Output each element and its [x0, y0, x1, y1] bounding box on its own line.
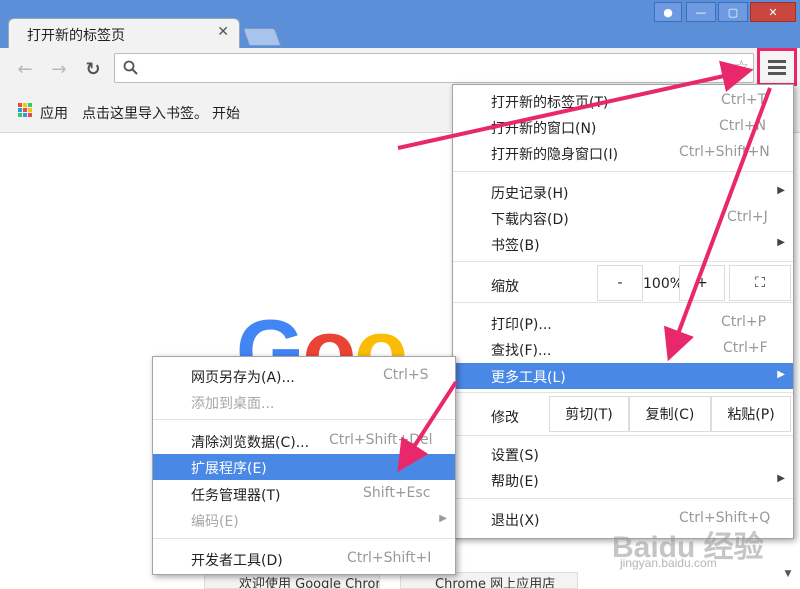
menu-item-settings[interactable]: 设置(S) — [453, 441, 793, 467]
separator — [453, 435, 793, 436]
scroll-down-arrow-icon[interactable]: ▼ — [780, 566, 796, 582]
user-icon[interactable]: ● — [654, 2, 682, 22]
separator — [453, 498, 793, 499]
menu-item-find[interactable]: 查找(F)... Ctrl+F — [453, 336, 793, 362]
menu-item-incognito[interactable]: 打开新的隐身窗口(I) Ctrl+Shift+N — [453, 140, 793, 166]
submenu-item-save-page[interactable]: 网页另存为(A)... Ctrl+S — [153, 363, 455, 389]
search-icon — [123, 60, 138, 75]
hamburger-menu-icon[interactable] — [757, 48, 797, 86]
submenu-item-encoding[interactable]: 编码(E) ▶ — [153, 507, 455, 533]
zoom-level: 100% — [643, 276, 684, 292]
submenu-item-extensions[interactable]: 扩展程序(E) — [153, 454, 455, 480]
submenu-item-add-to-desktop: 添加到桌面... — [191, 396, 275, 412]
separator — [453, 171, 793, 172]
back-arrow-icon[interactable]: ← — [14, 58, 36, 80]
separator — [453, 261, 793, 262]
forward-arrow-icon[interactable]: → — [48, 58, 70, 80]
reload-icon[interactable]: ↻ — [82, 58, 104, 80]
chevron-right-icon: ▶ — [777, 369, 785, 380]
menu-item-new-window[interactable]: 打开新的窗口(N) Ctrl+N — [453, 114, 793, 140]
separator — [453, 392, 793, 393]
fullscreen-icon[interactable]: ⛶ — [729, 265, 791, 301]
menu-item-more-tools[interactable]: 更多工具(L) ▶ — [453, 363, 793, 389]
separator — [453, 302, 793, 303]
submenu-item-task-manager[interactable]: 任务管理器(T) Shift+Esc — [153, 481, 455, 507]
paste-button[interactable]: 粘贴(P) — [711, 396, 791, 432]
close-window-button[interactable]: ✕ — [750, 2, 796, 22]
maximize-button[interactable]: ▢ — [718, 2, 748, 22]
bookmark-apps[interactable]: 应用 — [40, 103, 68, 123]
separator — [153, 538, 455, 539]
address-bar[interactable]: ☆ — [114, 53, 754, 83]
apps-grid-icon — [18, 103, 32, 117]
star-icon[interactable]: ☆ — [734, 57, 749, 77]
edit-label: 修改 — [491, 410, 519, 426]
submenu-item-developer-tools[interactable]: 开发者工具(D) Ctrl+Shift+I — [153, 546, 455, 572]
minimize-button[interactable]: — — [686, 2, 716, 22]
zoom-in-button[interactable]: + — [679, 265, 725, 301]
tab-close-icon[interactable]: ✕ — [217, 24, 229, 40]
menu-item-history[interactable]: 历史记录(H) ▶ — [453, 179, 793, 205]
bookmark-start[interactable]: 开始 — [212, 103, 240, 123]
submenu-item-clear-browsing-data[interactable]: 清除浏览数据(C)... Ctrl+Shift+Del — [153, 428, 455, 454]
new-tab-button[interactable] — [242, 28, 282, 46]
chevron-right-icon: ▶ — [777, 473, 785, 484]
menu-item-new-tab[interactable]: 打开新的标签页(T) Ctrl+T — [453, 88, 793, 114]
menu-item-help[interactable]: 帮助(E) ▶ — [453, 467, 793, 493]
chevron-right-icon: ▶ — [439, 513, 447, 524]
watermark-url: jingyan.baidu.com — [620, 556, 717, 570]
chevron-right-icon: ▶ — [777, 237, 785, 248]
separator — [153, 419, 455, 420]
menu-item-bookmarks[interactable]: 书签(B) ▶ — [453, 231, 793, 257]
zoom-out-button[interactable]: - — [597, 265, 643, 301]
browser-tab[interactable]: 打开新的标签页 ✕ — [8, 18, 240, 48]
copy-button[interactable]: 复制(C) — [629, 396, 711, 432]
tab-title: 打开新的标签页 — [27, 28, 125, 44]
main-menu: 打开新的标签页(T) Ctrl+T 打开新的窗口(N) Ctrl+N 打开新的隐… — [452, 84, 794, 539]
more-tools-submenu: 网页另存为(A)... Ctrl+S 添加到桌面... 清除浏览数据(C)...… — [152, 356, 456, 575]
zoom-label: 缩放 — [491, 279, 519, 295]
chevron-right-icon: ▶ — [777, 185, 785, 196]
menu-item-print[interactable]: 打印(P)... Ctrl+P — [453, 310, 793, 336]
cut-button[interactable]: 剪切(T) — [549, 396, 629, 432]
menu-item-downloads[interactable]: 下载内容(D) Ctrl+J — [453, 205, 793, 231]
bookmark-import-link[interactable]: 点击这里导入书签。 — [82, 103, 208, 123]
